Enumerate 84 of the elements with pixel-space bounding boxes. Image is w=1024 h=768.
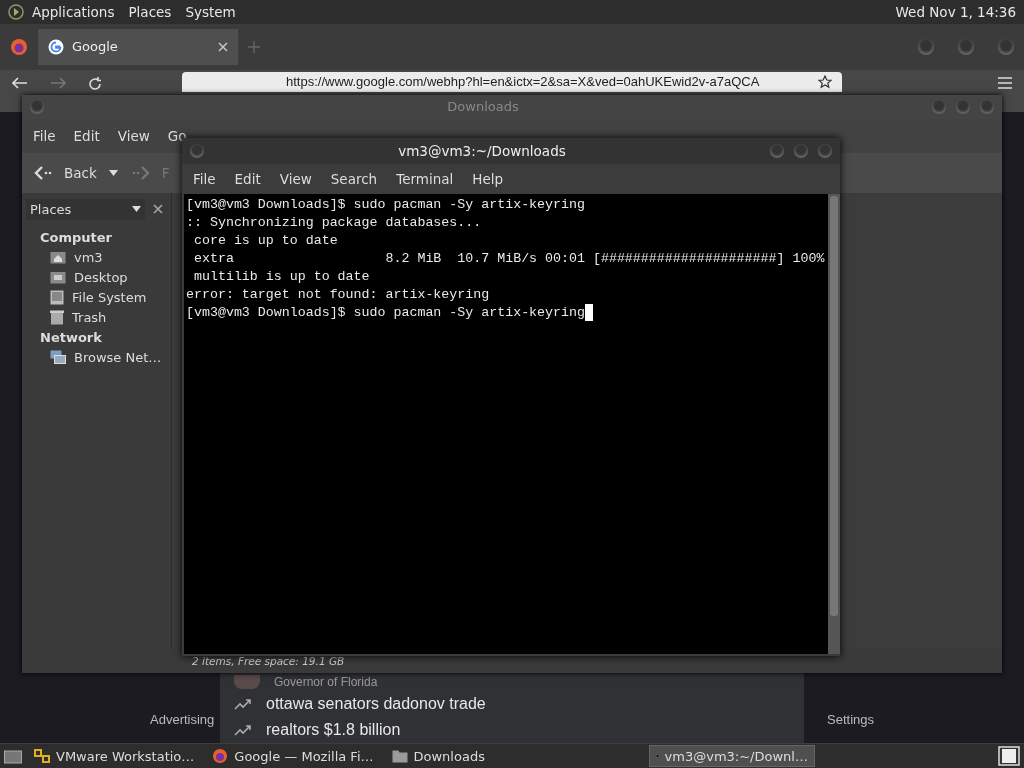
folder-icon [50,270,66,285]
clock[interactable]: Wed Nov 1, 14:36 [895,4,1016,20]
terminal-line: multilib is up to date [192,267,370,286]
terminal-line: core is up to date [192,231,338,250]
cursor [585,303,593,321]
window-menu-button[interactable] [30,99,44,114]
taskbar-item[interactable]: VMware Workstatio… [28,745,201,767]
menu-item[interactable]: Terminal [396,170,454,187]
folder-icon [391,749,408,763]
close-icon[interactable] [153,204,163,215]
suggestion-item[interactable]: ottawa senators dadonov trade [266,695,486,714]
menu-item[interactable]: Help [472,170,504,187]
maximize-button[interactable] [958,38,974,55]
menu-item[interactable]: Search [330,170,378,187]
footer-link[interactable]: Settings [827,712,874,728]
maximize-button[interactable] [794,143,808,158]
caret-icon[interactable] [108,169,118,176]
caret-icon [132,206,141,213]
back-button[interactable]: Back [34,164,97,181]
back-arrow-icon [34,165,54,180]
suggestion-item[interactable]: Governor of Florida [274,675,378,690]
menu-item[interactable]: Edit [234,170,261,187]
minimize-button[interactable] [918,38,934,55]
maximize-button[interactable] [956,99,970,114]
drive-icon [50,289,64,305]
sidebar-item[interactable]: Desktop [74,269,128,285]
taskbar-item[interactable]: Downloads [385,745,491,767]
terminal-line: :: Synchronizing package databases... [186,213,482,232]
menu-item[interactable]: File [193,170,216,187]
sidebar-item[interactable]: Trash [72,309,107,325]
url-field[interactable]: https://www.google.com/webhp?hl=en&ictx=2&sa=X&ved=0ahUKEwid2v-a7aQCA [182,71,842,92]
browser-logo-icon [212,748,229,764]
forward-arrow-icon[interactable] [50,76,66,89]
browser-tab[interactable]: Google [38,28,238,65]
new-tab-icon[interactable] [248,40,260,53]
trend-icon [234,724,252,737]
terminal-line: error: target not found: artix-keyring [186,285,490,304]
sidebar-item[interactable]: File System [72,289,147,305]
terminal-line: extra 8.2 MiB 10.7 MiB/s 00:01 [######################] 100% [192,249,825,268]
close-button[interactable] [998,38,1014,55]
places-dropdown[interactable]: Places [26,198,145,220]
menu-icon[interactable] [998,76,1012,89]
terminal-line: [vm3@vm3 Downloads]$ sudo pacman -Sy artix-keyring [186,195,585,214]
menu-item[interactable]: Edit [73,127,100,144]
home-folder-icon [50,250,66,265]
network-icon [50,349,66,365]
panel-menu[interactable]: Applications [32,4,115,20]
menu-item[interactable]: View [117,127,150,144]
close-button[interactable] [980,99,994,114]
status-text: 2 items, Free space: 19.1 GB [192,654,345,667]
window-title: vm3@vm3:~/Downloads [397,142,567,159]
sidebar-item[interactable]: vm3 [74,249,103,265]
reload-icon[interactable] [88,76,102,91]
browser-logo-icon[interactable] [10,37,28,56]
scroll-thumb[interactable] [830,195,838,616]
close-button[interactable] [818,143,832,158]
window-title: Downloads [446,99,520,115]
minimize-button[interactable] [770,143,784,158]
close-icon[interactable] [218,41,228,52]
photo-placeholder [234,675,260,690]
window-menu-button[interactable] [190,143,204,158]
panel-menu[interactable]: System [185,4,236,20]
menu-item[interactable]: View [279,170,312,187]
footer-link[interactable]: Advertising [150,712,215,728]
trash-icon [50,309,64,325]
logo-icon [8,4,24,20]
suggestion-item[interactable]: realtors $1.8 billion [266,721,401,740]
terminal-line: [vm3@vm3 Downloads]$ sudo pacman -Sy artix-keyring [186,303,585,322]
scrollbar[interactable] [828,193,840,654]
star-icon[interactable] [818,74,832,89]
menu-item[interactable]: File [33,127,56,144]
google-icon [48,38,64,55]
taskbar-item[interactable]: vm3@vm3:~/Downl… [648,745,815,767]
vmware-icon [34,748,50,764]
panel-menu[interactable]: Places [128,4,172,20]
section-heading: Computer [39,228,114,247]
trend-icon [234,698,252,711]
workspace-icon[interactable] [998,746,1020,766]
minimize-button[interactable] [932,99,946,114]
section-heading: Network [39,328,103,347]
show-desktop-icon[interactable] [4,748,22,764]
back-arrow-icon[interactable] [12,76,28,89]
taskbar-item[interactable]: Google — Mozilla Fi… [206,745,380,767]
sidebar-item[interactable]: Browse Net… [74,349,162,365]
